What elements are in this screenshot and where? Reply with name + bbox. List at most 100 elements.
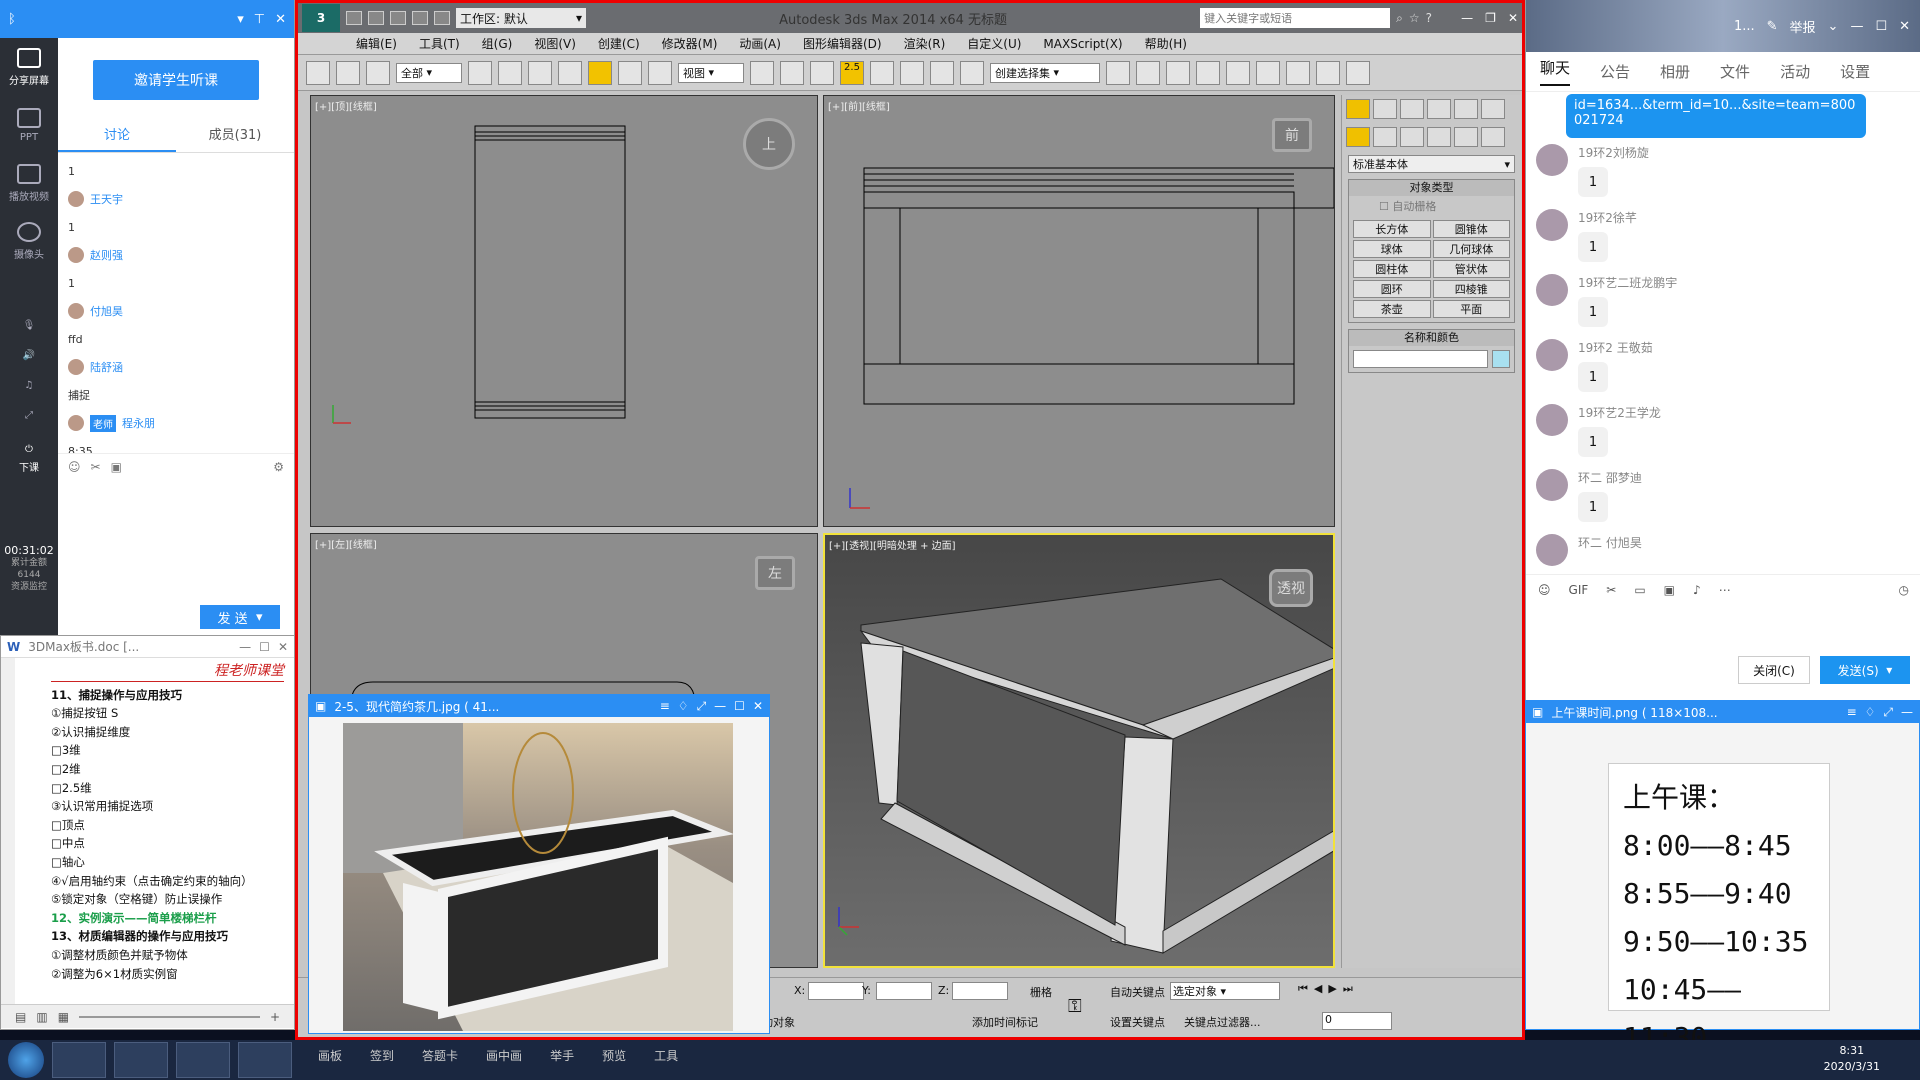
open-icon[interactable] xyxy=(368,11,384,25)
feed-username[interactable]: 王天宇 xyxy=(90,191,123,207)
message-bubble[interactable]: 1 xyxy=(1578,492,1608,522)
menu-item[interactable]: 渲染(R) xyxy=(904,35,946,52)
close-icon[interactable]: ✕ xyxy=(753,699,763,713)
workspace-select[interactable]: 工作区: 默认 ▾ xyxy=(456,8,586,28)
rotate-icon[interactable] xyxy=(618,60,642,85)
live-tool[interactable]: 签到 xyxy=(370,1047,394,1064)
keyboard-shortcut-icon[interactable] xyxy=(810,60,834,85)
minimize-icon[interactable]: — xyxy=(714,699,726,713)
key-filters-button[interactable]: 关键点过滤器... xyxy=(1184,1014,1261,1030)
maximize-icon[interactable]: ☐ xyxy=(1875,19,1887,34)
manipulate-icon[interactable] xyxy=(780,60,804,85)
viewport-perspective[interactable]: [+][透视][明暗处理 + 边面] 透视 xyxy=(823,533,1335,968)
skin-icon[interactable]: ♢ xyxy=(678,699,689,713)
material-editor-icon[interactable] xyxy=(1256,60,1280,85)
ppt-button[interactable]: PPT xyxy=(0,96,58,154)
zoom-in-icon[interactable]: + xyxy=(270,1010,280,1024)
live-tool[interactable]: 答题卡 xyxy=(422,1047,458,1064)
align-icon[interactable] xyxy=(1136,60,1160,85)
menu-item[interactable]: 动画(A) xyxy=(739,35,781,52)
rect-region-icon[interactable] xyxy=(528,60,552,85)
chat-tab[interactable]: 聊天 xyxy=(1540,57,1571,86)
menu-item[interactable]: 创建(C) xyxy=(598,35,640,52)
binoculars-icon[interactable]: ⌕ xyxy=(1396,11,1403,26)
angle-snap-icon[interactable] xyxy=(870,60,894,85)
play-video-button[interactable]: 播放视频 xyxy=(0,154,58,212)
live-tool[interactable]: 预览 xyxy=(602,1047,626,1064)
folder-icon[interactable]: ▭ xyxy=(1634,583,1645,597)
named-selection-set[interactable]: 创建选择集 ▾ xyxy=(990,62,1100,83)
autogrid-checkbox[interactable]: ☐ 自动栅格 xyxy=(1349,196,1514,216)
avatar[interactable] xyxy=(68,415,84,431)
scissors-icon[interactable]: ✂ xyxy=(1606,583,1616,597)
object-name-input[interactable] xyxy=(1353,350,1488,368)
feed-username[interactable]: 付旭昊 xyxy=(90,303,123,319)
fullscreen-button[interactable]: ⤢ xyxy=(0,400,58,430)
image-icon[interactable]: ▣ xyxy=(111,460,122,474)
tab-discussion[interactable]: 讨论 xyxy=(58,120,176,152)
select-by-name-icon[interactable] xyxy=(498,60,522,85)
send-button[interactable]: 发送(S) ▾ xyxy=(1820,656,1910,684)
menu-item[interactable]: 视图(V) xyxy=(534,35,576,52)
render-setup-icon[interactable] xyxy=(1286,60,1310,85)
menu-item[interactable]: 组(G) xyxy=(482,35,513,52)
message-bubble[interactable]: 1 xyxy=(1578,362,1608,392)
menu-item[interactable]: 自定义(U) xyxy=(967,35,1021,52)
playback-controls[interactable]: ⏮◀▶⏭ xyxy=(1298,982,1359,996)
viewport-top[interactable]: [+][顶][线框] 上 xyxy=(310,95,818,527)
feed-username[interactable]: 赵则强 xyxy=(90,247,123,263)
link-message[interactable]: id=1634...&term_id=10...&site=team=80002… xyxy=(1566,94,1866,138)
create-tab-icon[interactable] xyxy=(1346,99,1370,119)
pin-icon[interactable]: ⊤ xyxy=(254,12,265,27)
message-bubble[interactable]: 1 xyxy=(1578,297,1608,327)
utilities-tab-icon[interactable] xyxy=(1481,99,1505,119)
taskbar-word[interactable] xyxy=(114,1042,168,1078)
motion-tab-icon[interactable] xyxy=(1427,99,1451,119)
feed-username[interactable]: 陆舒涵 xyxy=(90,359,123,375)
render-icon[interactable] xyxy=(1346,60,1370,85)
helpers-icon[interactable] xyxy=(1454,127,1478,147)
taskbar-notes[interactable] xyxy=(176,1042,230,1078)
message-bubble[interactable]: 1 xyxy=(1578,427,1608,457)
sender-name[interactable]: 19环2 王敬茹 xyxy=(1578,339,1653,356)
chat-tab[interactable]: 活动 xyxy=(1780,61,1810,82)
avatar[interactable] xyxy=(68,191,84,207)
viewport-front[interactable]: [+][前][线框] 前 xyxy=(823,95,1335,527)
object-color-swatch[interactable] xyxy=(1492,350,1510,368)
sender-name[interactable]: 19环2刘杨旋 xyxy=(1578,144,1649,161)
live-tool[interactable]: 工具 xyxy=(654,1047,678,1064)
avatar[interactable] xyxy=(1536,339,1568,371)
star-icon[interactable]: ☆ xyxy=(1409,11,1420,25)
chevron-down-icon[interactable]: ⌄ xyxy=(1828,19,1839,34)
chat-tab[interactable]: 公告 xyxy=(1600,61,1630,82)
minimize-icon[interactable]: — xyxy=(239,640,251,654)
menu-item[interactable]: 工具(T) xyxy=(419,35,460,52)
camera-button[interactable]: 摄像头 xyxy=(0,212,58,270)
taskbar-app[interactable] xyxy=(238,1042,292,1078)
shapes-icon[interactable] xyxy=(1373,127,1397,147)
bell-icon[interactable]: ♪ xyxy=(1693,583,1701,597)
primitive-button[interactable]: 圆锥体 xyxy=(1432,220,1510,238)
cameras-icon[interactable] xyxy=(1427,127,1451,147)
mic-button[interactable]: 🎙 xyxy=(0,310,58,340)
z-coord-input[interactable] xyxy=(952,982,1008,1000)
maximize-icon[interactable]: ☐ xyxy=(734,699,745,713)
undo-icon[interactable] xyxy=(412,11,428,25)
edit-icon[interactable]: ✎ xyxy=(1767,19,1778,34)
music-button[interactable]: ♫ xyxy=(0,370,58,400)
unlink-icon[interactable] xyxy=(336,60,360,85)
scissors-icon[interactable]: ✂ xyxy=(91,460,101,474)
minimize-icon[interactable]: — xyxy=(1461,11,1473,25)
pivot-icon[interactable] xyxy=(750,60,774,85)
web-view-icon[interactable]: ▦ xyxy=(58,1010,69,1024)
max-logo[interactable]: 3 xyxy=(302,4,340,32)
redo-icon[interactable] xyxy=(434,11,450,25)
save-icon[interactable] xyxy=(390,11,406,25)
document-body[interactable]: 程老师课堂 11、捕捉操作与应用技巧 ①捕捉按钮 S ②认识捕捉维度 □3维 □2维 □2… xyxy=(1,658,294,1004)
share-screen-button[interactable]: 分享屏幕 xyxy=(0,38,58,96)
x-coord-input[interactable] xyxy=(808,982,864,1000)
tab-members[interactable]: 成员(31) xyxy=(176,120,294,152)
primitive-button[interactable]: 四棱锥 xyxy=(1432,280,1510,298)
zoom-slider[interactable] xyxy=(79,1015,260,1018)
avatar[interactable] xyxy=(68,247,84,263)
